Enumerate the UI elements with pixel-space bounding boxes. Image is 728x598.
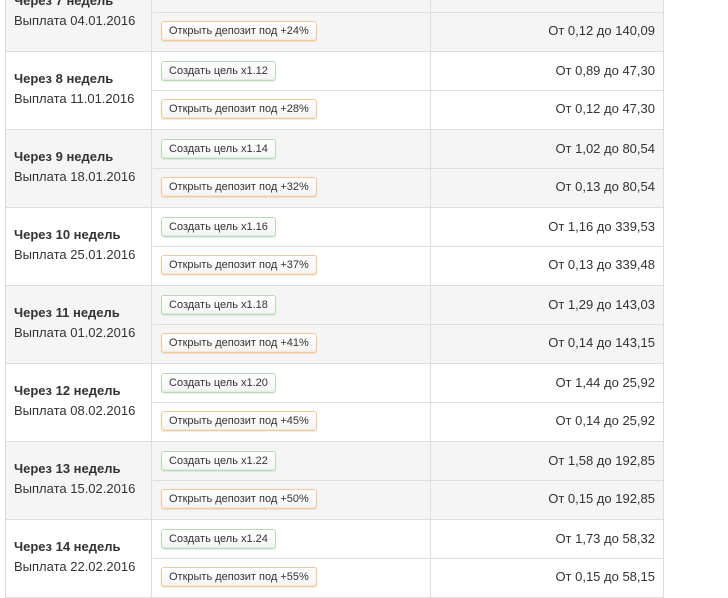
deposit-range: От 0,13 до 80,54 xyxy=(555,179,655,194)
row-label-cell: Через 7 недель Выплата 04.01.2016 xyxy=(6,0,152,51)
deposit-range: От 0,15 до 192,85 xyxy=(548,491,655,506)
open-deposit-button[interactable]: Открыть депозит под +32% xyxy=(161,177,317,197)
deposit-subrow: Открыть депозит под +50% От 0,15 до 192,… xyxy=(153,481,663,519)
week-label: Через 11 недель xyxy=(14,305,120,320)
open-deposit-button[interactable]: Открыть депозит под +37% xyxy=(161,255,317,275)
table-row-group: Через 8 недель Выплата 11.01.2016 Создат… xyxy=(6,52,663,130)
table-row-group: Через 12 недель Выплата 08.02.2016 Созда… xyxy=(6,364,663,442)
row-label-cell: Через 13 недель Выплата 15.02.2016 xyxy=(6,442,152,519)
goal-subrow: Создать цель x1.14 От 1,02 до 80,54 xyxy=(153,130,663,169)
table-row-group: Через 9 недель Выплата 18.01.2016 Создат… xyxy=(6,130,663,208)
row-label-cell: Через 8 недель Выплата 11.01.2016 xyxy=(6,52,152,129)
payout-schedule-table: Через 7 недель Выплата 04.01.2016 Открыт… xyxy=(5,0,664,598)
button-cell: Создать цель x1.18 xyxy=(153,286,431,324)
create-goal-button[interactable]: Создать цель x1.24 xyxy=(161,529,276,549)
row-label-cell: Через 11 недель Выплата 01.02.2016 xyxy=(6,286,152,363)
button-cell: Открыть депозит под +50% xyxy=(153,481,431,519)
deposit-subrow: Открыть депозит под +41% От 0,14 до 143,… xyxy=(153,325,663,363)
button-cell: Создать цель x1.22 xyxy=(153,442,431,480)
deposit-range: От 0,14 до 143,15 xyxy=(548,335,655,350)
deposit-subrow: Открыть депозит под +55% От 0,15 до 58,1… xyxy=(153,559,663,597)
row-label-cell: Через 12 недель Выплата 08.02.2016 xyxy=(6,364,152,441)
open-deposit-button[interactable]: Открыть депозит под +24% xyxy=(161,21,317,41)
deposit-subrow: Открыть депозит под +24% От 0,12 до 140,… xyxy=(153,13,663,51)
week-label: Через 7 недель xyxy=(14,0,114,8)
week-label: Через 10 недель xyxy=(14,227,121,242)
create-goal-button[interactable]: Создать цель x1.20 xyxy=(161,373,276,393)
button-cell: Создать цель x1.12 xyxy=(153,52,431,90)
button-cell xyxy=(153,0,431,12)
create-goal-button[interactable]: Создать цель x1.22 xyxy=(161,451,276,471)
table-row-group: Через 14 недель Выплата 22.02.2016 Созда… xyxy=(6,520,663,598)
payout-date: Выплата 01.02.2016 xyxy=(14,325,136,340)
deposit-subrow: Открыть депозит под +37% От 0,13 до 339,… xyxy=(153,247,663,285)
payout-date: Выплата 18.01.2016 xyxy=(14,169,136,184)
deposit-range: От 0,12 до 140,09 xyxy=(548,23,655,38)
payout-date: Выплата 22.02.2016 xyxy=(14,559,136,574)
open-deposit-button[interactable]: Открыть депозит под +55% xyxy=(161,567,317,587)
table-row-group: Через 13 недель Выплата 15.02.2016 Созда… xyxy=(6,442,663,520)
button-cell: Создать цель x1.20 xyxy=(153,364,431,402)
create-goal-button[interactable]: Создать цель x1.14 xyxy=(161,139,276,159)
payout-date: Выплата 08.02.2016 xyxy=(14,403,136,418)
goal-subrow: Создать цель x1.22 От 1,58 до 192,85 xyxy=(153,442,663,481)
deposit-subrow: Открыть депозит под +32% От 0,13 до 80,5… xyxy=(153,169,663,207)
create-goal-button[interactable]: Создать цель x1.12 xyxy=(161,61,276,81)
open-deposit-button[interactable]: Открыть депозит под +45% xyxy=(161,411,317,431)
goal-range: От 1,16 до 339,53 xyxy=(548,219,655,234)
deposit-subrow: Открыть депозит под +28% От 0,12 до 47,3… xyxy=(153,91,663,129)
deposit-range: От 0,13 до 339,48 xyxy=(548,257,655,272)
button-cell: Открыть депозит под +37% xyxy=(153,247,431,285)
button-cell: Открыть депозит под +32% xyxy=(153,169,431,207)
goal-subrow: Создать цель x1.16 От 1,16 до 339,53 xyxy=(153,208,663,247)
week-label: Через 9 недель xyxy=(14,149,114,164)
button-cell: Открыть депозит под +45% xyxy=(153,403,431,441)
button-cell: Открыть депозит под +28% xyxy=(153,91,431,129)
goal-subrow: Создать цель x1.18 От 1,29 до 143,03 xyxy=(153,286,663,325)
goal-range: От 1,29 до 143,03 xyxy=(548,297,655,312)
button-cell: Создать цель x1.14 xyxy=(153,130,431,168)
open-deposit-button[interactable]: Открыть депозит под +28% xyxy=(161,99,317,119)
goal-range: От 1,73 до 58,32 xyxy=(555,531,655,546)
payout-date: Выплата 11.01.2016 xyxy=(14,91,135,106)
goal-range: От 1,44 до 25,92 xyxy=(555,375,655,390)
button-cell: Создать цель x1.24 xyxy=(153,520,431,558)
row-label-cell: Через 10 недель Выплата 25.01.2016 xyxy=(6,208,152,285)
table-row-group: Через 10 недель Выплата 25.01.2016 Созда… xyxy=(6,208,663,286)
goal-subrow: Создать цель x1.12 От 0,89 до 47,30 xyxy=(153,52,663,91)
button-cell: Открыть депозит под +55% xyxy=(153,559,431,597)
button-cell: Открыть депозит под +41% xyxy=(153,325,431,363)
payout-date: Выплата 25.01.2016 xyxy=(14,247,136,262)
deposit-subrow: Открыть депозит под +45% От 0,14 до 25,9… xyxy=(153,403,663,441)
button-cell: Создать цель x1.16 xyxy=(153,208,431,246)
goal-range: От 1,02 до 80,54 xyxy=(555,141,655,156)
row-label-cell: Через 14 недель Выплата 22.02.2016 xyxy=(6,520,152,597)
goal-subrow: Создать цель x1.20 От 1,44 до 25,92 xyxy=(153,364,663,403)
open-deposit-button[interactable]: Открыть депозит под +41% xyxy=(161,333,317,353)
week-label: Через 8 недель xyxy=(14,71,114,86)
week-label: Через 14 недель xyxy=(14,539,121,554)
deposit-range: От 0,12 до 47,30 xyxy=(555,101,655,116)
goal-range: От 1,58 до 192,85 xyxy=(548,453,655,468)
create-goal-button[interactable]: Создать цель x1.18 xyxy=(161,295,276,315)
row-label-cell: Через 9 недель Выплата 18.01.2016 xyxy=(6,130,152,207)
payout-date: Выплата 15.02.2016 xyxy=(14,481,136,496)
goal-subrow xyxy=(153,0,663,13)
open-deposit-button[interactable]: Открыть депозит под +50% xyxy=(161,489,317,509)
button-cell: Открыть депозит под +24% xyxy=(153,13,431,51)
payout-date: Выплата 04.01.2016 xyxy=(14,13,136,28)
week-label: Через 13 недель xyxy=(14,461,121,476)
table-row-group: Через 11 недель Выплата 01.02.2016 Созда… xyxy=(6,286,663,364)
week-label: Через 12 недель xyxy=(14,383,121,398)
deposit-range: От 0,15 до 58,15 xyxy=(555,569,655,584)
goal-subrow: Создать цель x1.24 От 1,73 до 58,32 xyxy=(153,520,663,559)
goal-range: От 0,89 до 47,30 xyxy=(555,63,655,78)
create-goal-button[interactable]: Создать цель x1.16 xyxy=(161,217,276,237)
table-row-group: Через 7 недель Выплата 04.01.2016 Открыт… xyxy=(6,0,663,52)
deposit-range: От 0,14 до 25,92 xyxy=(555,413,655,428)
